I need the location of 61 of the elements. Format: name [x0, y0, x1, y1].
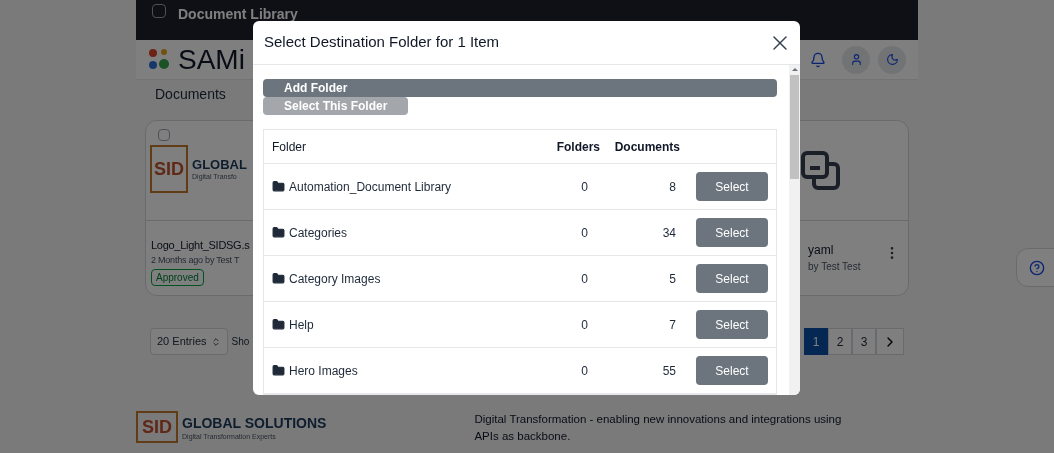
brand-name: SAMi [178, 42, 245, 77]
logo-name: GLOBAL SOLUTIONS [182, 413, 327, 433]
sort-caret-icon [210, 336, 221, 347]
folder-icon [272, 226, 285, 239]
help-icon [1029, 259, 1045, 276]
document-count: 5 [668, 270, 677, 288]
status-badge: Approved [151, 269, 204, 286]
card-checkbox[interactable] [158, 129, 170, 141]
document-count: 8 [668, 178, 677, 196]
folder-icon [272, 364, 285, 377]
moon-icon [885, 53, 899, 66]
document-meta: by Test Test [808, 260, 861, 274]
folder-icon [272, 180, 285, 193]
brand-logo-icon [148, 47, 170, 72]
scrollbar-thumb[interactable] [790, 75, 799, 179]
theme-toggle-button[interactable] [878, 45, 906, 74]
sidebar-toggle-icon[interactable] [152, 4, 166, 18]
column-header: Folder [271, 138, 307, 156]
column-header: Documents [613, 138, 680, 156]
folder-icon [272, 318, 285, 331]
folder-count: 0 [580, 270, 589, 288]
page-button[interactable]: 3 [852, 328, 876, 355]
select-button[interactable]: Select [696, 172, 768, 201]
page-title: Document Library [178, 5, 298, 24]
logo-mark: SID [154, 159, 184, 179]
document-count: 34 [661, 224, 677, 242]
document-count: 7 [668, 316, 677, 334]
document-name[interactable]: Logo_Light_SIDSG.s [151, 237, 250, 254]
file-icon [800, 149, 842, 192]
folder-icon [272, 272, 285, 285]
footer-tagline: Digital Transformation - enabling new innovations and integrations using APIs as backbone. [474, 412, 843, 444]
folder-name[interactable]: Category Images [289, 269, 381, 288]
select-button[interactable]: Select [696, 356, 768, 385]
document-meta: 2 Months ago by Test T [151, 253, 240, 267]
page-button[interactable]: 2 [828, 328, 852, 355]
folder-name[interactable]: Categories [289, 223, 348, 242]
show-label: Sho [231, 335, 250, 349]
help-button[interactable] [1016, 248, 1054, 287]
folder-name[interactable]: Hero Images [289, 361, 358, 380]
folder-count: 0 [580, 362, 589, 380]
next-page-button[interactable] [876, 328, 904, 355]
logo-mark: SID [142, 417, 172, 437]
user-icon [849, 53, 863, 66]
document-name[interactable]: yaml [808, 241, 834, 259]
folder-name[interactable]: Automation_Document Library [289, 177, 452, 196]
modal-title: Select Destination Folder for 1 Item [264, 32, 500, 53]
page-button[interactable]: 1 [804, 328, 828, 355]
folder-count: 0 [580, 316, 589, 334]
profile-button[interactable] [842, 45, 870, 74]
folder-count: 0 [580, 178, 589, 196]
folder-count: 0 [580, 224, 589, 242]
logo-name: GLOBAL [192, 156, 247, 173]
document-count: 55 [661, 362, 677, 380]
select-button[interactable]: Select [696, 264, 768, 293]
notification-bell-icon[interactable] [810, 51, 826, 68]
select-button[interactable]: Select [696, 310, 768, 339]
add-folder-button[interactable]: Add Folder [263, 79, 777, 97]
column-header: Folders [555, 138, 600, 156]
select-button[interactable]: Select [696, 218, 768, 247]
folder-name[interactable]: Help [289, 315, 314, 334]
entries-select[interactable]: 20 Entries [150, 328, 228, 355]
